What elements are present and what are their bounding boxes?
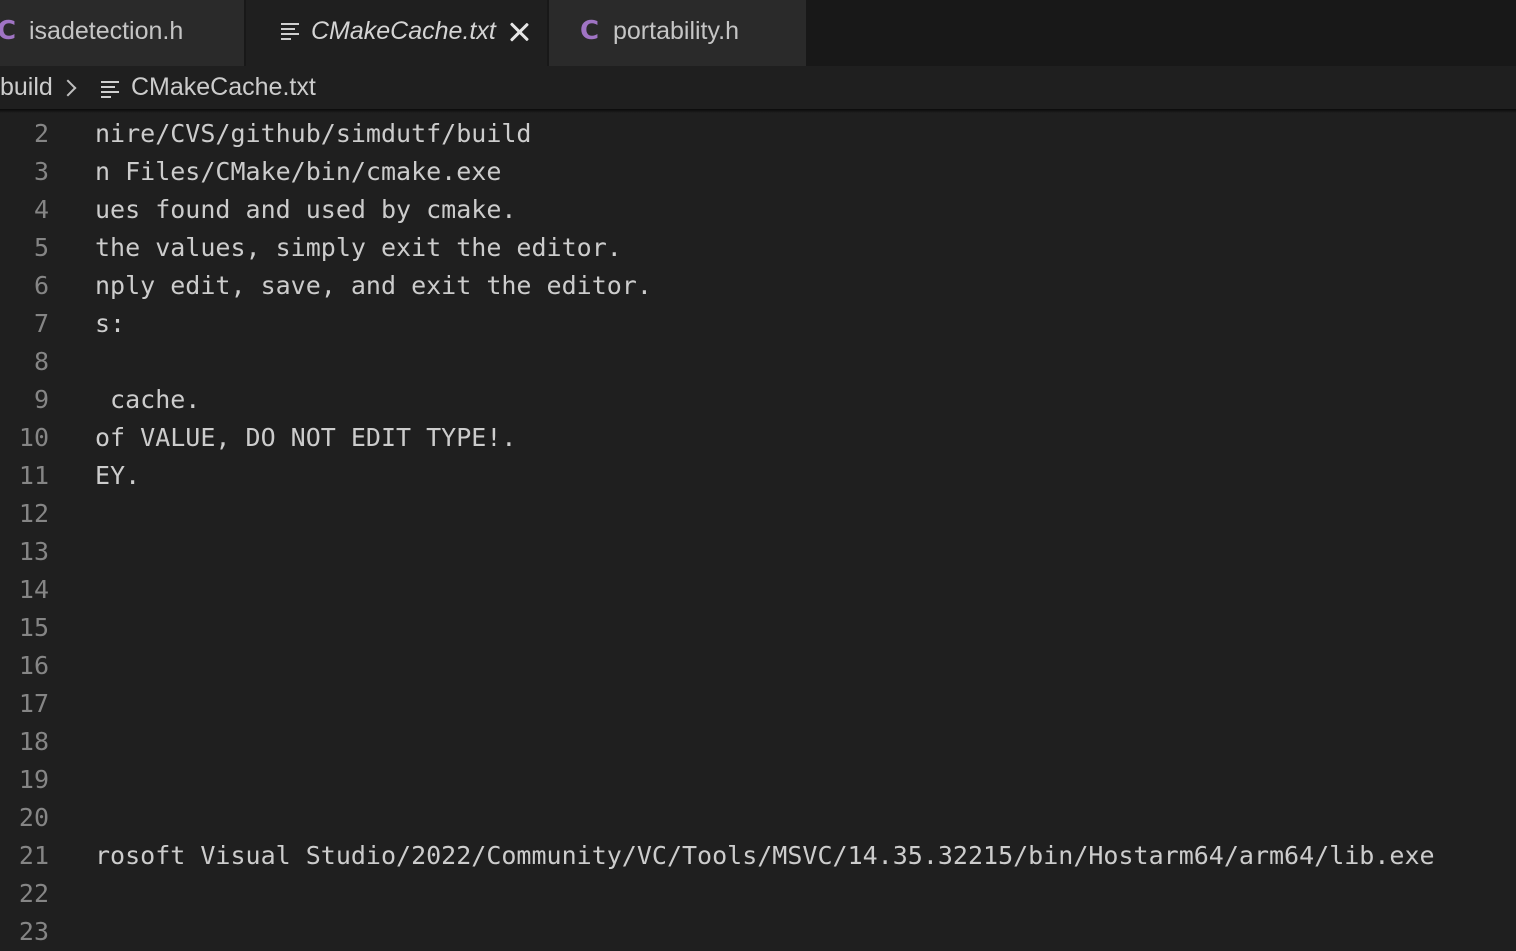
breadcrumb-shadow: [0, 109, 1516, 113]
breadcrumb-folder[interactable]: build: [0, 73, 53, 102]
line-number: 7: [33, 309, 49, 338]
code-line[interactable]: 10 of VALUE, DO NOT EDIT TYPE!.: [0, 419, 1516, 457]
line-number: 5: [33, 233, 49, 262]
breadcrumb: build CMakeCache.txt: [0, 66, 1516, 110]
line-number: 11: [18, 461, 49, 490]
tab-label: isadetection.h: [29, 17, 184, 45]
line-number: 9: [33, 385, 49, 414]
line-number: 6: [33, 271, 49, 300]
code-line[interactable]: 16: [0, 647, 1516, 685]
tab-label: CMakeCache.txt: [311, 17, 496, 45]
line-number: 22: [18, 879, 49, 908]
line-number: 16: [18, 651, 49, 680]
code-line[interactable]: 22: [0, 875, 1516, 913]
line-number: 8: [33, 347, 49, 376]
code-line[interactable]: 20: [0, 799, 1516, 837]
code-line[interactable]: 2 nire/CVS/github/simdutf/build: [0, 115, 1516, 153]
c-file-icon: C: [580, 16, 600, 46]
line-text: of VALUE, DO NOT EDIT TYPE!.: [95, 423, 517, 452]
breadcrumb-file[interactable]: CMakeCache.txt: [131, 73, 316, 102]
tab-label: portability.h: [613, 17, 739, 45]
code-line[interactable]: 23: [0, 913, 1516, 951]
text-lines-icon: [101, 81, 119, 98]
line-number: 2: [33, 119, 49, 148]
line-number: 20: [18, 803, 49, 832]
line-number: 4: [33, 195, 49, 224]
line-number: 13: [18, 537, 49, 566]
editor-tab-bar: C isadetection.h CMakeCache.txt C portab…: [0, 0, 1516, 66]
line-number: 14: [18, 575, 49, 604]
line-text: s:: [95, 309, 126, 338]
code-line[interactable]: 13: [0, 533, 1516, 571]
tab-cmakecache[interactable]: CMakeCache.txt: [246, 0, 547, 66]
line-number: 15: [18, 613, 49, 642]
line-number: 12: [18, 499, 49, 528]
line-text: ues found and used by cmake.: [95, 195, 517, 224]
line-number: 18: [18, 727, 49, 756]
code-line[interactable]: 7 s:: [0, 305, 1516, 343]
line-text: the values, simply exit the editor.: [95, 233, 622, 262]
code-line[interactable]: 11 EY.: [0, 457, 1516, 495]
line-text: cache.: [95, 385, 201, 414]
line-text: nply edit, save, and exit the editor.: [95, 271, 652, 300]
code-line[interactable]: 21 rosoft Visual Studio/2022/Community/VC…: [0, 837, 1516, 875]
code-editor[interactable]: 2 nire/CVS/github/simdutf/build 3 n Files/C…: [0, 114, 1516, 946]
line-number: 21: [18, 841, 49, 870]
line-number: 10: [18, 423, 49, 452]
code-line[interactable]: 15: [0, 609, 1516, 647]
code-line[interactable]: 6 nply edit, save, and exit the editor.: [0, 267, 1516, 305]
line-text: n Files/CMake/bin/cmake.exe: [95, 157, 502, 186]
c-file-icon: C: [0, 16, 17, 46]
code-line[interactable]: 17: [0, 685, 1516, 723]
line-text: EY.: [95, 461, 141, 490]
code-line[interactable]: 19: [0, 761, 1516, 799]
line-text: rosoft Visual Studio/2022/Community/VC/T…: [95, 841, 1435, 870]
line-number: 3: [33, 157, 49, 186]
code-line[interactable]: 8: [0, 343, 1516, 381]
code-line[interactable]: 5 the values, simply exit the editor.: [0, 229, 1516, 267]
chevron-right-icon: [59, 79, 77, 97]
code-line[interactable]: 9 cache.: [0, 381, 1516, 419]
code-line[interactable]: 3 n Files/CMake/bin/cmake.exe: [0, 153, 1516, 191]
code-line[interactable]: 14: [0, 571, 1516, 609]
line-number: 23: [18, 917, 49, 946]
text-lines-icon: [281, 23, 299, 40]
line-number: 19: [18, 765, 49, 794]
line-number: 17: [18, 689, 49, 718]
tab-isadetection[interactable]: C isadetection.h: [0, 0, 244, 66]
code-line[interactable]: 4 ues found and used by cmake.: [0, 191, 1516, 229]
code-line[interactable]: 12: [0, 495, 1516, 533]
line-text: nire/CVS/github/simdutf/build: [95, 119, 532, 148]
code-line[interactable]: 18: [0, 723, 1516, 761]
close-tab-icon[interactable]: [508, 21, 530, 43]
tab-portability[interactable]: C portability.h: [549, 0, 806, 66]
